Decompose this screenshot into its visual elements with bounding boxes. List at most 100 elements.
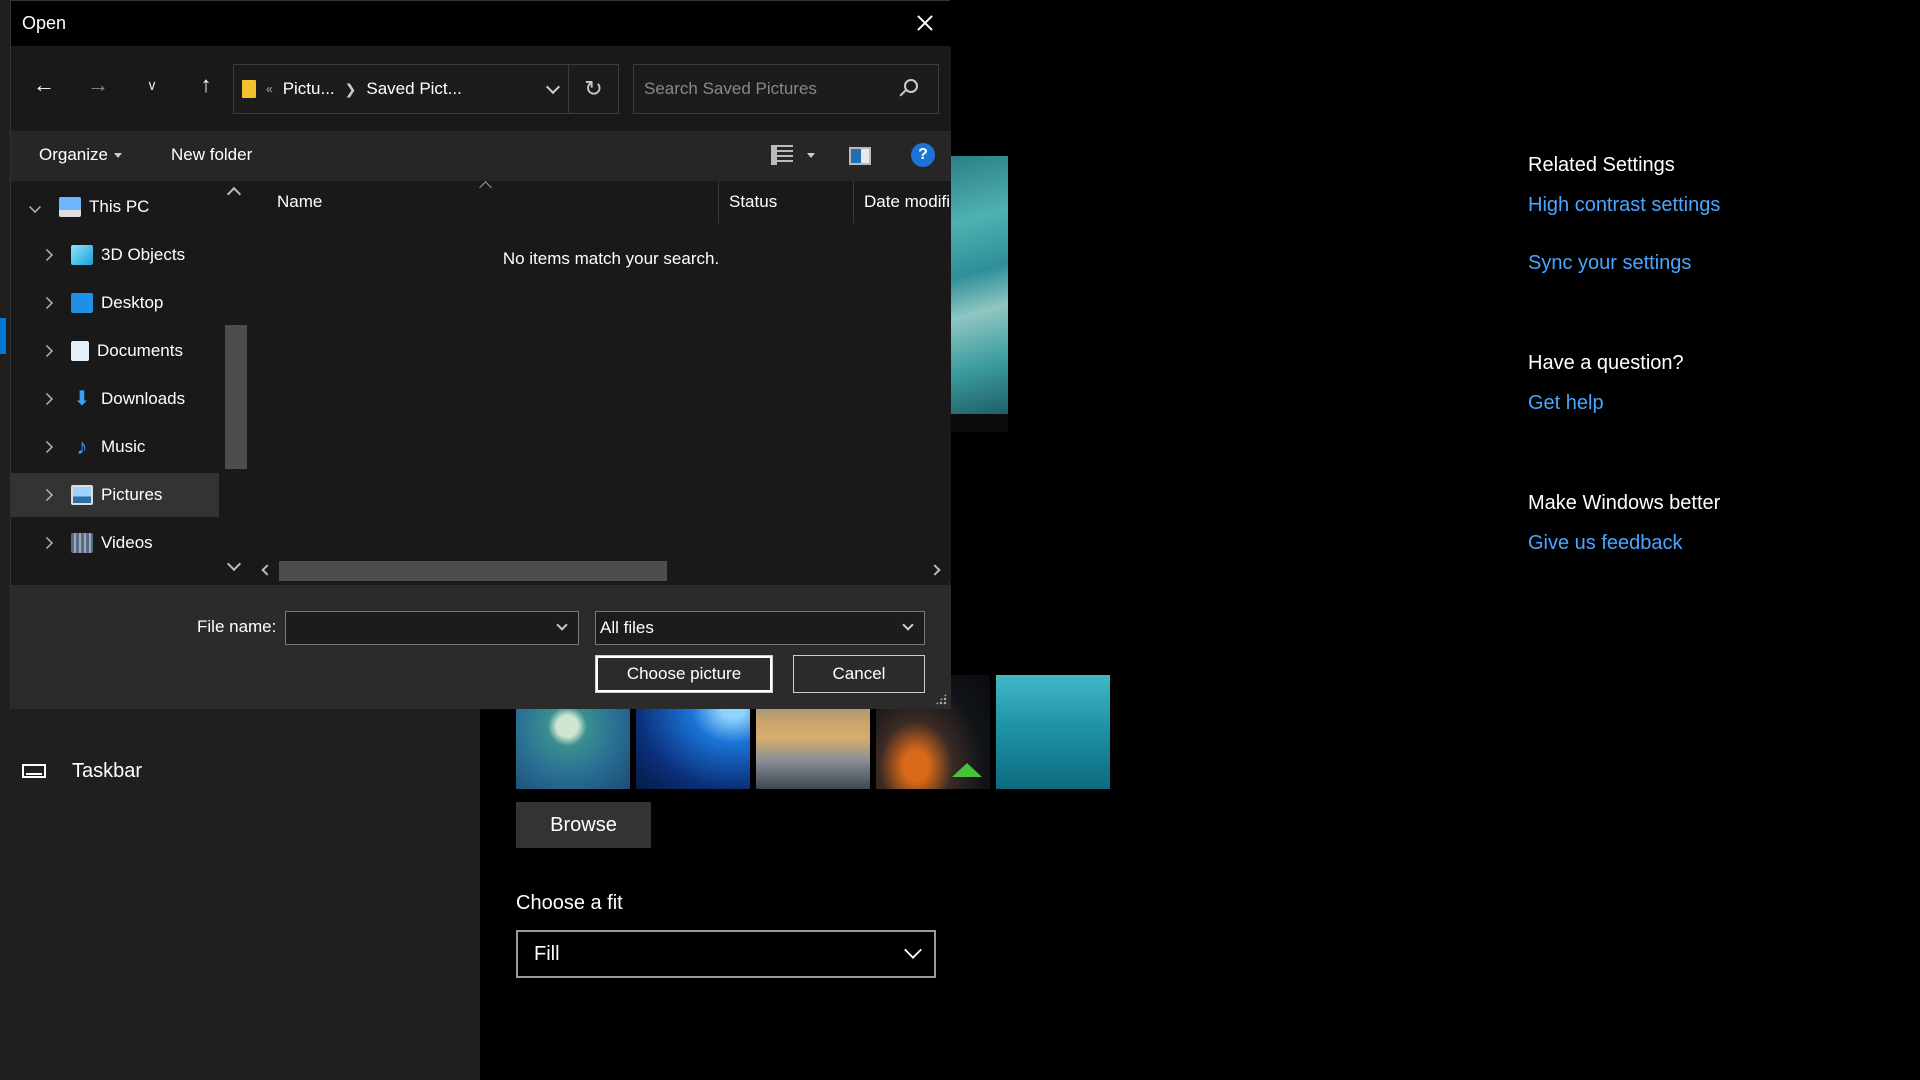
search-box[interactable]	[633, 64, 939, 114]
file-name-label: File name:	[197, 617, 277, 636]
tree-item-music[interactable]: ♪ Music	[11, 425, 219, 469]
tree-item-videos[interactable]: Videos	[11, 521, 219, 565]
sync-settings-link[interactable]: Sync your settings	[1528, 252, 1691, 275]
scrollbar-thumb[interactable]	[279, 561, 667, 581]
organize-menu-button[interactable]: Organize	[39, 145, 122, 165]
tree-item-label: Downloads	[101, 389, 186, 408]
tree-item-label: Pictures	[101, 485, 163, 504]
tree-item-label: Music	[101, 437, 146, 456]
cancel-button[interactable]: Cancel	[793, 655, 925, 693]
browse-button[interactable]: Browse	[516, 802, 651, 848]
change-view-icon[interactable]	[771, 145, 793, 165]
file-name-input[interactable]	[286, 612, 536, 644]
chevron-down-icon[interactable]	[556, 619, 568, 631]
cube-icon	[71, 245, 93, 265]
tree-vertical-scrollbar[interactable]	[221, 181, 247, 581]
dialog-titlebar[interactable]: Open	[11, 1, 951, 46]
open-file-dialog: Open ← → ∨ ↑ « Pictu... ❯ Saved Pict... …	[10, 0, 951, 709]
choose-fit-value: Fill	[534, 942, 560, 965]
get-help-link[interactable]: Get help	[1528, 392, 1604, 415]
column-header-status[interactable]: Status	[719, 181, 854, 223]
file-list: Name Status Date modifi No items match y…	[251, 181, 951, 581]
tree-item-label: Documents	[97, 341, 183, 360]
recent-image-thumbnail[interactable]	[996, 675, 1110, 789]
expand-chevron-icon[interactable]	[41, 441, 53, 453]
scroll-right-arrow-icon[interactable]	[929, 564, 941, 576]
close-icon[interactable]	[909, 7, 941, 39]
new-folder-button[interactable]: New folder	[171, 145, 252, 165]
column-header-row: Name Status Date modifi	[251, 181, 951, 223]
taskbar-icon	[22, 764, 46, 778]
scroll-down-arrow-icon[interactable]	[226, 556, 242, 572]
up-arrow-icon[interactable]: ↑	[189, 68, 223, 102]
expand-chevron-icon[interactable]	[41, 393, 53, 405]
tree-item-label: 3D Objects	[101, 245, 186, 264]
refresh-icon[interactable]: ↻	[568, 65, 618, 113]
breadcrumb-pictures[interactable]: Pictu...	[283, 79, 335, 99]
recent-locations-chevron-icon[interactable]: ∨	[135, 68, 169, 102]
expand-chevron-icon[interactable]	[41, 537, 53, 549]
file-list-horizontal-scrollbar[interactable]	[251, 559, 951, 581]
file-name-combobox[interactable]	[285, 611, 579, 645]
question-heading: Have a question?	[1528, 352, 1684, 374]
dialog-navigation-bar: ← → ∨ ↑ « Pictu... ❯ Saved Pict... ↻	[11, 46, 951, 131]
nav-item-taskbar[interactable]: Taskbar	[22, 756, 142, 786]
tree-item-documents[interactable]: Documents	[11, 329, 219, 373]
scroll-up-arrow-icon[interactable]	[226, 186, 242, 202]
tree-item-pictures[interactable]: Pictures	[11, 473, 219, 517]
expand-chevron-icon[interactable]	[41, 249, 53, 261]
forward-arrow-icon[interactable]: →	[81, 68, 115, 102]
expand-chevron-icon[interactable]	[29, 201, 41, 213]
tree-item-desktop[interactable]: Desktop	[11, 281, 219, 325]
help-icon[interactable]: ?	[911, 143, 935, 167]
search-icon[interactable]	[904, 79, 918, 93]
expand-chevron-icon[interactable]	[41, 297, 53, 309]
give-feedback-link[interactable]: Give us feedback	[1528, 532, 1683, 555]
choose-picture-button[interactable]: Choose picture	[595, 655, 773, 693]
view-options-caret-icon[interactable]	[807, 153, 815, 158]
tree-item-label: Videos	[101, 533, 153, 552]
chevron-right-icon[interactable]: ❯	[345, 81, 357, 98]
dialog-footer: File name: All files Choose picture Canc…	[11, 585, 951, 709]
preview-frame-edge	[950, 414, 1008, 432]
choose-fit-dropdown[interactable]: Fill	[516, 930, 936, 978]
empty-results-message: No items match your search.	[502, 249, 720, 268]
tree-item-this-pc[interactable]: This PC	[11, 185, 219, 229]
chevron-down-icon	[902, 619, 914, 631]
folder-icon	[242, 80, 256, 98]
nav-selection-indicator	[0, 318, 6, 354]
related-settings-heading: Related Settings	[1528, 154, 1675, 176]
scroll-left-arrow-icon[interactable]	[261, 564, 273, 576]
preview-pane-icon[interactable]	[849, 147, 871, 165]
computer-icon	[59, 197, 81, 217]
tree-item-label: This PC	[89, 197, 150, 216]
tree-item-label: Desktop	[101, 293, 164, 312]
search-input[interactable]	[644, 79, 894, 99]
address-bar[interactable]: « Pictu... ❯ Saved Pict... ↻	[233, 64, 619, 114]
organize-label: Organize	[39, 145, 108, 164]
scrollbar-thumb[interactable]	[225, 325, 247, 469]
breadcrumb-saved-pictures[interactable]: Saved Pict...	[366, 79, 461, 99]
pictures-icon	[71, 485, 93, 505]
tree-item-3d-objects[interactable]: 3D Objects	[11, 233, 219, 277]
caret-down-icon	[113, 153, 122, 159]
choose-fit-label: Choose a fit	[516, 892, 623, 914]
tree-item-downloads[interactable]: ⬇ Downloads	[11, 377, 219, 421]
expand-chevron-icon[interactable]	[41, 489, 53, 501]
expand-chevron-icon[interactable]	[41, 345, 53, 357]
back-arrow-icon[interactable]: ←	[27, 68, 61, 102]
background-preview-image	[950, 156, 1008, 414]
file-type-filter-dropdown[interactable]: All files	[595, 611, 925, 645]
address-history-chevron-icon[interactable]	[545, 79, 561, 95]
address-overflow-icon[interactable]: «	[266, 82, 273, 96]
resize-grip-icon[interactable]	[935, 693, 947, 705]
high-contrast-link[interactable]: High contrast settings	[1528, 194, 1720, 217]
document-icon	[71, 341, 89, 361]
navigation-tree: This PC 3D Objects Desktop Documents ⬇ D…	[11, 181, 249, 581]
file-type-filter-value: All files	[600, 618, 654, 637]
nav-item-taskbar-label: Taskbar	[72, 759, 143, 782]
column-header-date-modified[interactable]: Date modifi	[854, 181, 951, 223]
make-windows-better-heading: Make Windows better	[1528, 492, 1721, 514]
download-arrow-icon: ⬇	[73, 388, 91, 410]
dialog-title: Open	[22, 13, 67, 33]
